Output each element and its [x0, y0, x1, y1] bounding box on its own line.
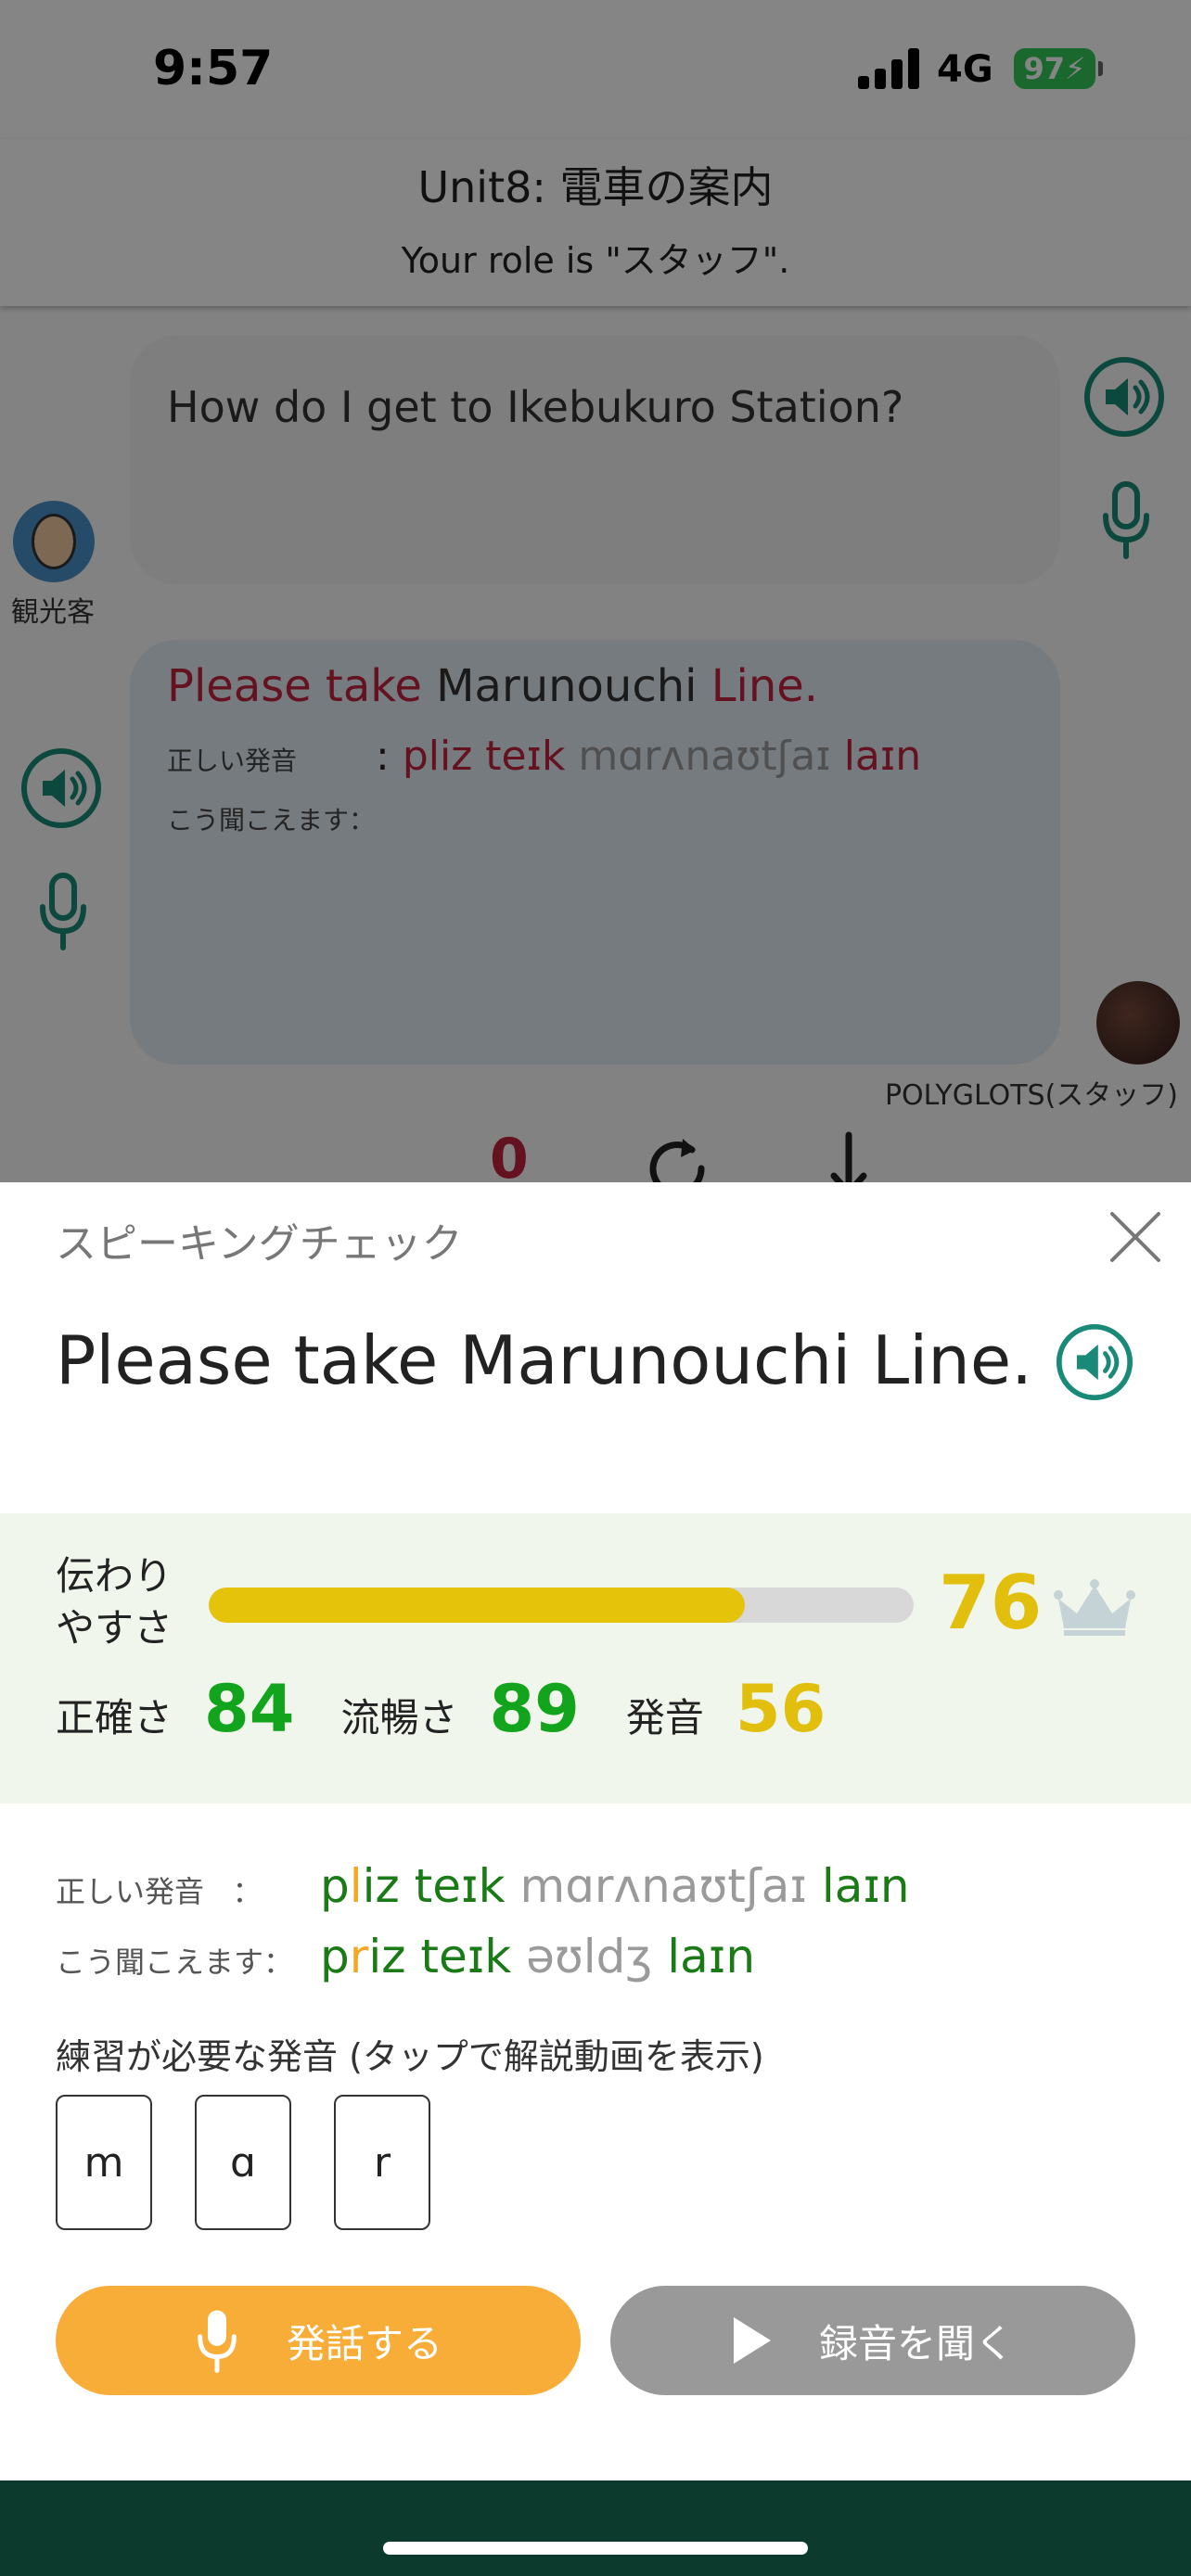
practice-sound-button[interactable]: ɑ — [195, 2095, 291, 2230]
heard-pronunciation: priz teɪk əʊldʒ laɪn — [320, 1930, 756, 1983]
pronunciation-label: 発音 — [625, 1695, 704, 1741]
practice-sound-button[interactable]: r — [334, 2095, 430, 2230]
heard-pronunciation-label: こう聞こえます： — [56, 1945, 294, 1980]
home-indicator[interactable] — [383, 2542, 808, 2555]
play-icon — [733, 2317, 771, 2364]
practice-sounds: m ɑ r — [56, 2095, 473, 2230]
overall-score: 76 — [939, 1560, 1043, 1646]
score-bar-fill — [209, 1588, 745, 1623]
pronunciation-detail: 正しい発音 ： pliz teɪk mɑrʌnaʊtʃaɪ laɪn こう聞こえ… — [56, 1859, 1135, 2000]
speak-button[interactable]: 発話する — [56, 2286, 581, 2395]
correct-pronunciation: pliz teɪk mɑrʌnaʊtʃaɪ laɪn — [320, 1859, 910, 1913]
sheet-title: スピーキングチェック — [56, 1220, 463, 1268]
correct-pronunciation-label: 正しい発音 ： — [56, 1874, 263, 1909]
mic-icon — [198, 2310, 237, 2373]
pronunciation-score: 56 — [735, 1671, 826, 1747]
home-bar — [0, 2480, 1191, 2576]
modal-backdrop[interactable] — [0, 0, 1191, 1182]
subscores: 正確さ 84 流暢さ 89 発音 56 — [56, 1671, 872, 1747]
close-icon[interactable] — [1107, 1208, 1164, 1266]
fluency-score: 89 — [489, 1671, 580, 1747]
practice-label: 練習が必要な発音 (タップで解説動画を表示) — [56, 2036, 764, 2077]
accuracy-label: 正確さ — [56, 1695, 173, 1741]
practice-sound-button[interactable]: m — [56, 2095, 152, 2230]
score-label: 伝わりやすさ — [56, 1553, 173, 1651]
listen-recording-button[interactable]: 録音を聞く — [610, 2286, 1135, 2395]
listen-button-label: 録音を聞く — [818, 2320, 1014, 2366]
fluency-label: 流暢さ — [340, 1695, 458, 1741]
accuracy-score: 84 — [204, 1671, 295, 1747]
speak-button-label: 発話する — [286, 2320, 442, 2366]
speaking-check-sheet: スピーキングチェック Please take Marunouchi Line. … — [0, 1182, 1191, 2480]
crown-icon — [1054, 1579, 1135, 1636]
score-bar — [209, 1588, 914, 1623]
score-panel: 伝わりやすさ 76 正確さ 84 流暢さ 89 発音 56 — [0, 1513, 1191, 1804]
speaker-icon[interactable] — [1056, 1323, 1133, 1401]
target-sentence: Please take Marunouchi Line. — [56, 1321, 1033, 1399]
